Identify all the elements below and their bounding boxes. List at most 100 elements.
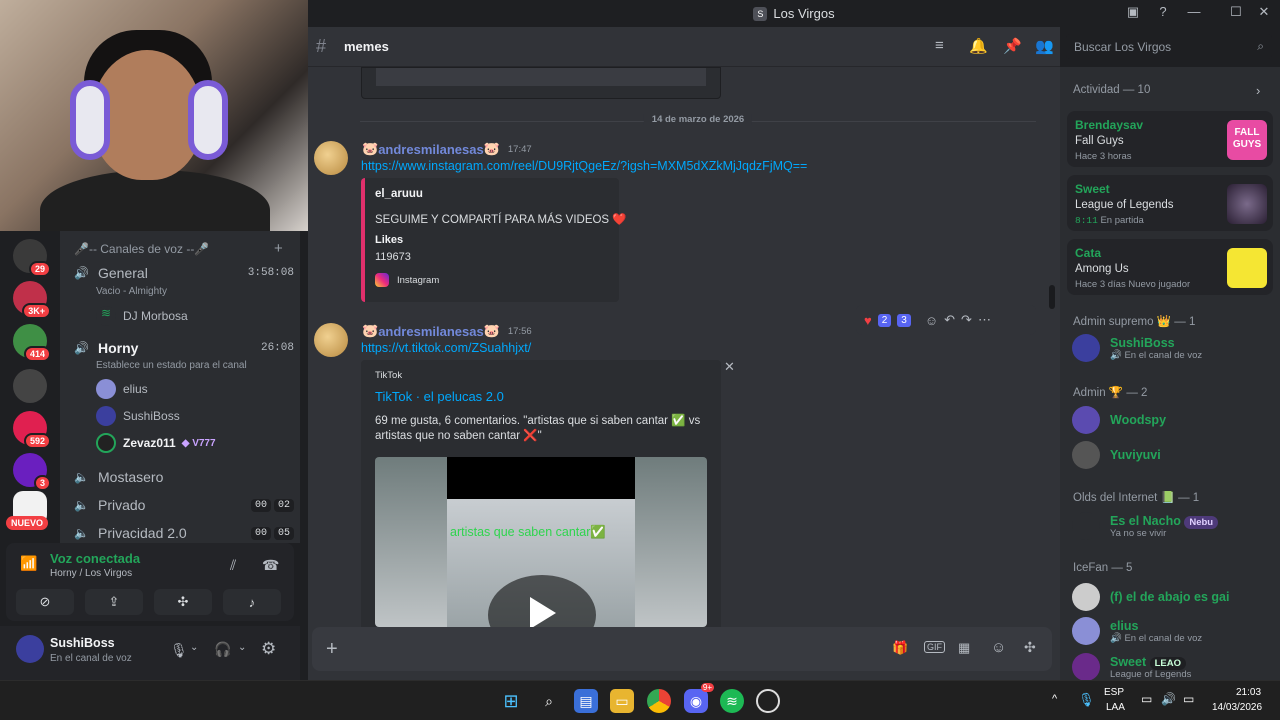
activity-header[interactable]: Actividad — 10 [1073, 84, 1150, 96]
tray-chevron-up-icon[interactable]: ^ [1052, 693, 1057, 705]
server-icon[interactable]: 414 [13, 324, 51, 362]
language-indicator[interactable]: ESP [1104, 687, 1124, 698]
voice-channel-mostasero[interactable]: 🔈 Mostasero [74, 466, 294, 488]
chevron-right-icon[interactable]: › [1256, 83, 1260, 98]
gear-icon[interactable]: ⚙ [261, 639, 276, 659]
search-icon[interactable]: ⌕ [537, 689, 561, 713]
message-author[interactable]: 🐷 andresmilanesas 🐷 17:47 [362, 141, 532, 157]
threads-icon[interactable]: ≡ [935, 37, 944, 54]
server-icon[interactable]: 592 [13, 411, 51, 449]
member-item[interactable]: Woodspy [1072, 406, 1166, 434]
microphone-icon[interactable]: 🎙 [170, 642, 188, 659]
voice-member[interactable]: SushiBoss [96, 406, 180, 426]
help-icon[interactable]: ? [1153, 4, 1173, 19]
camera-off-button[interactable]: ⊘ [16, 589, 74, 615]
member-item[interactable]: SushiBoss 🔊 En el canal de voz [1072, 334, 1202, 362]
maximize-button[interactable]: ☐ [1226, 4, 1246, 20]
add-attachment-icon[interactable]: + [326, 638, 338, 661]
volume-icon[interactable]: 🔊 [1161, 692, 1176, 706]
voice-member[interactable]: elius [96, 379, 148, 399]
store-icon[interactable]: ▤ [574, 689, 598, 713]
forward-icon[interactable]: ↷ [961, 312, 972, 328]
category-voice[interactable]: 🎤-- Canales de voz --🎤 [74, 242, 209, 256]
server-icon[interactable] [13, 369, 47, 403]
disconnect-icon[interactable]: ☎ [262, 557, 279, 574]
network-icon[interactable]: ▭ [1141, 692, 1152, 706]
microphone-icon[interactable]: 🎙 [1078, 692, 1095, 708]
voice-channel-privacidad[interactable]: 🔈 Privacidad 2.0 00 05 [74, 522, 294, 543]
activity-card[interactable]: Cata Among Us Hace 3 días Nuevo jugador [1067, 239, 1273, 295]
sticker-icon[interactable]: ▦ [958, 640, 970, 656]
app-icon[interactable] [756, 689, 780, 713]
member-item[interactable]: elius 🔊 En el canal de voz [1072, 617, 1202, 645]
clock-time[interactable]: 21:03 [1236, 687, 1261, 698]
message-author[interactable]: 🐷 andresmilanesas 🐷 17:56 [362, 323, 532, 339]
minimize-button[interactable]: — [1184, 4, 1204, 19]
add-channel-icon[interactable]: + [274, 240, 283, 257]
reaction-3[interactable]: 3 [897, 313, 911, 327]
signal-icon[interactable]: 📶 [20, 555, 37, 572]
emoji-icon[interactable]: ☺ [991, 639, 1006, 656]
clock-date[interactable]: 14/03/2026 [1212, 702, 1262, 713]
message-input[interactable]: + 🎁 GIF ▦ ☺ ✣ [312, 627, 1052, 671]
gif-icon[interactable]: GIF [924, 641, 945, 653]
language-indicator[interactable]: LAA [1106, 702, 1125, 713]
reply-icon[interactable]: ↶ [944, 312, 955, 328]
chrome-icon[interactable] [647, 689, 671, 713]
apps-icon[interactable]: ✣ [1024, 639, 1036, 656]
bell-icon[interactable]: 🔔 [969, 37, 988, 55]
add-reaction-icon[interactable]: ☺ [925, 313, 938, 328]
activities-button[interactable]: ✣ [154, 589, 212, 615]
member-item[interactable]: Yuviyuvi [1072, 441, 1161, 469]
video-thumbnail[interactable]: artistas que saben cantar✅ [375, 457, 707, 627]
battery-icon[interactable]: ▭ [1183, 692, 1194, 706]
server-icon[interactable]: 29 [13, 239, 51, 277]
heart-reaction-icon[interactable]: ♥ [864, 313, 872, 328]
server-icon[interactable]: 3 [13, 453, 51, 491]
screen-share-button[interactable]: ⇪ [85, 589, 143, 615]
avatar[interactable] [16, 635, 44, 663]
member-item[interactable]: (f) el de abajo es gai [1072, 583, 1229, 611]
speaker-icon: 🔈 [74, 470, 89, 484]
voice-member[interactable]: ≋ DJ Morbosa [96, 306, 188, 326]
file-explorer-icon[interactable]: ▭ [610, 689, 634, 713]
gift-icon[interactable]: 🎁 [892, 640, 908, 656]
server-icon[interactable]: 3K+ [13, 281, 51, 319]
search-input[interactable]: Buscar Los Virgos ⌕ [1066, 34, 1272, 59]
pin-icon[interactable]: 📌 [1003, 37, 1022, 55]
activity-card[interactable]: Sweet League of Legends 8:11 En partida [1067, 175, 1273, 231]
activity-card[interactable]: Brendaysav Fall Guys Hace 3 horas FALL G… [1067, 111, 1273, 167]
soundboard-button[interactable]: ♪ [223, 589, 281, 615]
avatar[interactable] [314, 323, 348, 357]
username[interactable]: SushiBoss [50, 636, 115, 650]
close-embed-icon[interactable]: ✕ [724, 359, 735, 375]
members-icon[interactable]: 👥 [1035, 37, 1054, 55]
avatar[interactable] [314, 141, 348, 175]
voice-member[interactable]: Zevaz011 ◆ V777 [96, 433, 216, 453]
scrollbar[interactable] [1049, 285, 1055, 309]
channel-status[interactable]: Establece un estado para el canal [96, 360, 247, 371]
voice-channel-horny[interactable]: 🔊 Horny 26:08 [74, 337, 294, 359]
more-icon[interactable]: ⋯ [978, 312, 991, 328]
voice-status-title[interactable]: Voz conectada [50, 551, 140, 566]
embed-author[interactable]: el_aruuu [375, 188, 423, 200]
inbox-icon[interactable]: ▣ [1123, 4, 1143, 20]
voice-channel-privado[interactable]: 🔈 Privado 00 02 [74, 494, 294, 516]
close-button[interactable]: ✕ [1254, 4, 1274, 20]
embed-title[interactable]: TikTok · el pelucas 2.0 [375, 389, 504, 404]
reaction-2[interactable]: 2 [877, 313, 892, 327]
chevron-down-icon[interactable]: ⌄ [238, 642, 246, 653]
voice-channel-general[interactable]: 🔊 General 3:58:08 [74, 262, 294, 284]
message-link[interactable]: https://www.instagram.com/reel/DU9RjtQge… [361, 159, 807, 173]
message-link[interactable]: https://vt.tiktok.com/ZSuahhjxt/ [361, 341, 531, 355]
noise-suppression-icon[interactable]: ⫽ [230, 557, 236, 574]
message-toolbar: ♥ 2 3 ☺ ↶ ↷ ⋯ [856, 305, 1036, 335]
member-item[interactable]: Sweet LEAO League of Legends [1072, 653, 1191, 680]
chevron-down-icon[interactable]: ⌄ [190, 642, 198, 653]
spotify-icon[interactable]: ≋ [720, 689, 744, 713]
role-header: Admin 🏆 — 2 [1073, 387, 1148, 399]
member-item[interactable]: Es el Nacho Nebu Ya no se vivir [1072, 512, 1219, 540]
headphones-icon[interactable]: 🎧 [214, 641, 231, 658]
discord-icon[interactable]: ◉ 9+ [684, 683, 714, 713]
start-icon[interactable]: ⊞ [499, 689, 523, 713]
